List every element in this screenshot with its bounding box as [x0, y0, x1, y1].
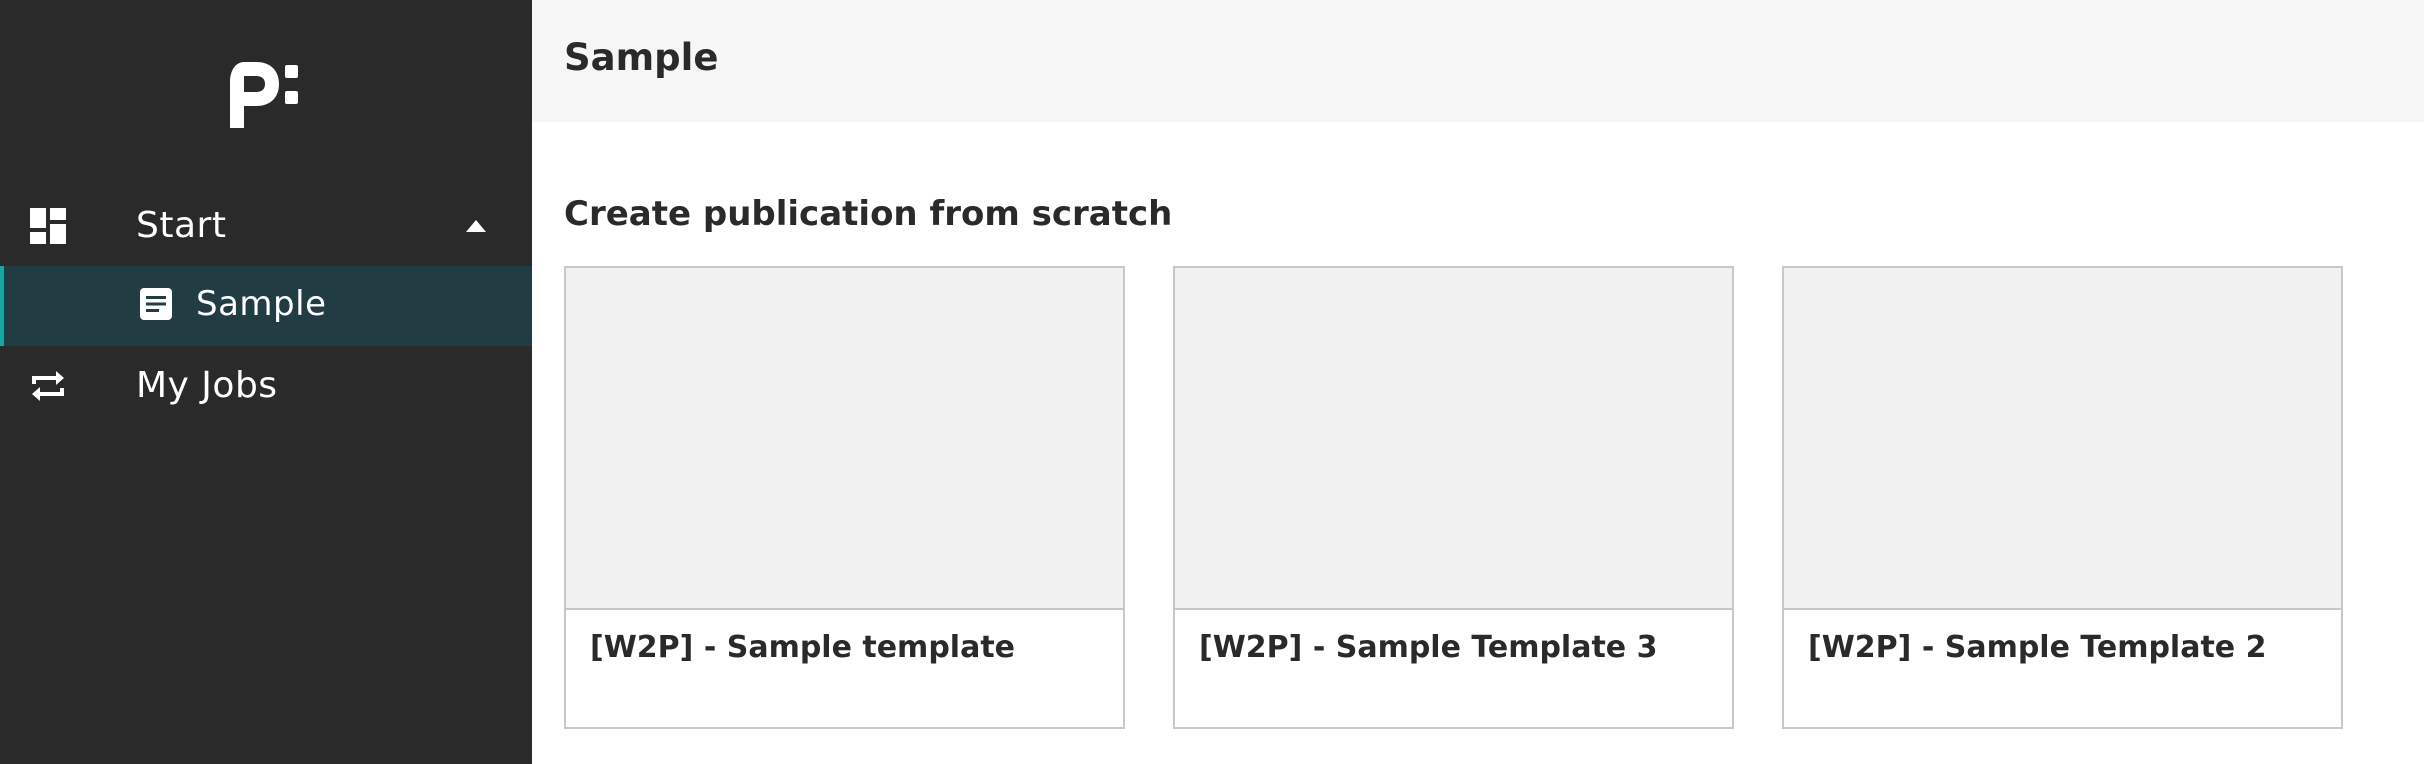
app: Start Sample My Jobs Sample Create publi… — [0, 0, 2424, 764]
document-icon — [140, 288, 172, 320]
section-title: Create publication from scratch — [564, 194, 1173, 234]
template-title: [W2P] - Sample template — [590, 630, 1016, 665]
template-thumbnail — [1784, 268, 2341, 610]
sidebar-item-start[interactable]: Start — [0, 186, 532, 266]
template-card[interactable]: [W2P] - Sample template — [564, 266, 1125, 729]
template-title: [W2P] - Sample Template 3 — [1199, 630, 1658, 665]
template-thumbnail — [566, 268, 1123, 610]
sidebar-item-label: Sample — [196, 284, 327, 324]
template-card[interactable]: [W2P] - Sample Template 3 — [1173, 266, 1734, 729]
sidebar-item-label: Start — [136, 205, 227, 246]
sidebar-item-sample[interactable]: Sample — [0, 266, 532, 346]
dashboard-icon — [30, 208, 66, 244]
sidebar-item-my-jobs[interactable]: My Jobs — [0, 346, 532, 426]
template-card[interactable]: [W2P] - Sample Template 2 — [1782, 266, 2343, 729]
page-title: Sample — [564, 36, 719, 79]
template-title: [W2P] - Sample Template 2 — [1808, 630, 2267, 665]
template-thumbnail — [1175, 268, 1732, 610]
repeat-icon — [32, 371, 64, 401]
sidebar: Start Sample My Jobs — [0, 0, 532, 764]
caret-up-icon[interactable] — [466, 220, 486, 232]
sidebar-item-label: My Jobs — [136, 365, 278, 406]
logo[interactable] — [226, 62, 298, 128]
header: Sample — [532, 0, 2424, 122]
